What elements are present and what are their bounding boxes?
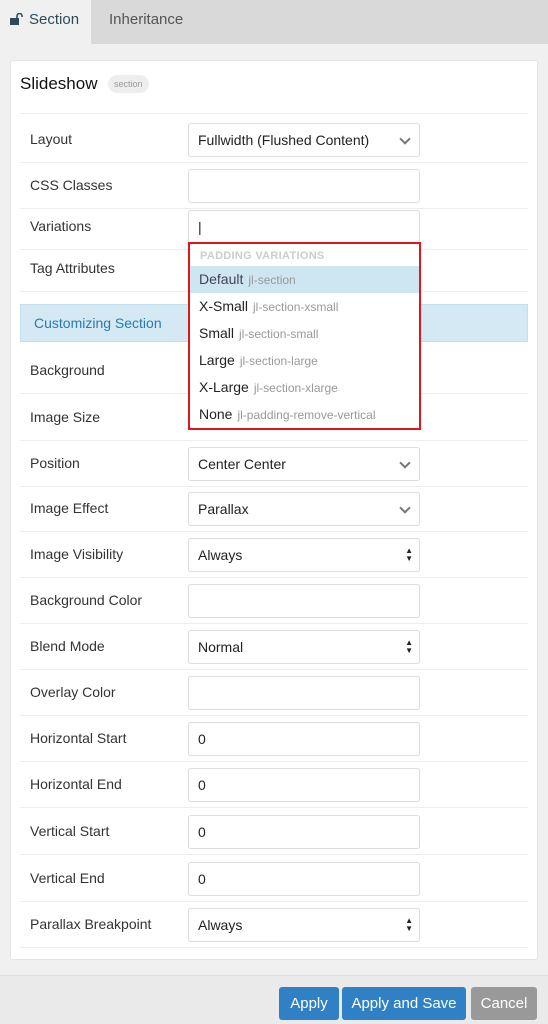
option-label: Large [199, 352, 235, 368]
row-divider [20, 947, 528, 948]
input-value: Fullwidth (Flushed Content) [198, 132, 370, 148]
field-label: Background Color [30, 592, 143, 608]
chevron-down-icon [399, 502, 411, 514]
footer: Apply Apply and Save Cancel [0, 975, 548, 1024]
field-label: Layout [30, 131, 73, 147]
option-label: None [199, 406, 233, 422]
input-value: Center Center [198, 456, 286, 472]
row-divider [20, 440, 528, 441]
title-divider [20, 113, 528, 114]
dropdown-option[interactable]: Large jl-section-large [190, 347, 419, 374]
field-label: Horizontal Start [30, 730, 127, 746]
vertical-end-input[interactable]: 0 [188, 862, 420, 896]
input-value: Parallax [198, 501, 249, 517]
field-label: Vertical End [30, 870, 105, 886]
input-value: Normal [198, 639, 244, 655]
row-divider [20, 715, 528, 716]
select-arrows-icon: ▲ ▼ [405, 916, 413, 933]
image-effect-input[interactable]: Parallax [188, 492, 420, 526]
dropdown-option[interactable]: Default jl-section [190, 266, 419, 293]
option-class: jl-section-xlarge [253, 381, 338, 395]
row-divider [20, 669, 528, 670]
dropdown-group-header: PADDING VARIATIONS [200, 250, 325, 262]
option-label: Small [199, 325, 235, 341]
vertical-start-input[interactable]: 0 [188, 815, 420, 849]
apply-and-save-button[interactable]: Apply and Save [342, 987, 466, 1020]
dropdown-option[interactable]: None jl-padding-remove-vertical [190, 401, 419, 428]
type-badge: section [108, 75, 149, 93]
option-class: jl-padding-remove-vertical [237, 408, 376, 422]
apply-button[interactable]: Apply [279, 987, 339, 1020]
tab-label: Section [29, 11, 80, 28]
select-arrows-icon: ▲ ▼ [405, 638, 413, 655]
input-value: 0 [198, 871, 206, 887]
row-divider [20, 486, 528, 487]
parallax-breakpoint-input[interactable]: Always ▲ ▼ [188, 908, 420, 942]
field-label: Background [30, 362, 105, 378]
row-divider [20, 854, 528, 855]
field-label: Vertical Start [30, 823, 110, 839]
option-label: X-Large [199, 379, 249, 395]
option-label: Default [199, 271, 244, 287]
option-label: X-Small [199, 298, 249, 314]
variations-input[interactable]: | [188, 210, 420, 244]
field-label: CSS Classes [30, 177, 113, 193]
chevron-down-icon [399, 457, 411, 469]
background-color-input[interactable] [188, 584, 420, 618]
unlock-icon [10, 13, 23, 25]
blend-mode-input[interactable]: Normal ▲ ▼ [188, 630, 420, 664]
field-label: Image Size [30, 409, 101, 425]
option-class: jl-section [248, 273, 296, 287]
row-divider [20, 577, 528, 578]
tab-inheritance[interactable]: Inheritance [109, 0, 183, 44]
cancel-button[interactable]: Cancel [471, 987, 537, 1020]
row-divider [20, 901, 528, 902]
chevron-down-icon [399, 133, 411, 145]
input-value: Always [198, 917, 243, 933]
layout-input[interactable]: Fullwidth (Flushed Content) [188, 123, 420, 157]
dropdown-option[interactable]: X-Small jl-section-xsmall [190, 293, 419, 320]
tab-bar: Section Inheritance [0, 0, 548, 44]
input-value: 0 [198, 731, 206, 747]
horizontal-start-input[interactable]: 0 [188, 722, 420, 756]
position-input[interactable]: Center Center [188, 447, 420, 481]
option-class: jl-section-large [239, 354, 318, 368]
row-divider [20, 623, 528, 624]
panel-title: Slideshow [20, 74, 98, 93]
row-divider [20, 208, 528, 209]
input-value: | [198, 219, 202, 235]
settings-panel: Slideshow section Customizing Section La… [10, 60, 538, 960]
field-label: Blend Mode [30, 638, 105, 654]
select-arrows-icon: ▲ ▼ [405, 546, 413, 563]
dropdown-option[interactable]: Small jl-section-small [190, 320, 419, 347]
row-divider [20, 531, 528, 532]
row-divider [20, 807, 528, 808]
field-label: Variations [30, 218, 92, 234]
field-label: Parallax Breakpoint [30, 916, 152, 932]
field-label: Image Effect [30, 500, 109, 516]
horizontal-end-input[interactable]: 0 [188, 768, 420, 802]
tab-section[interactable]: Section [0, 0, 91, 44]
field-label: Horizontal End [30, 776, 122, 792]
field-label: Overlay Color [30, 684, 116, 700]
input-value: Always [198, 547, 243, 563]
field-label: Position [30, 455, 80, 471]
input-value: 0 [198, 777, 206, 793]
option-class: jl-section-xsmall [253, 300, 339, 314]
image-visibility-input[interactable]: Always ▲ ▼ [188, 538, 420, 572]
field-label: Tag Attributes [30, 260, 115, 276]
overlay-color-input[interactable] [188, 676, 420, 710]
field-label: Image Visibility [30, 546, 124, 562]
row-divider [20, 162, 528, 163]
row-divider [20, 761, 528, 762]
css-classes-input[interactable] [188, 169, 420, 203]
variations-dropdown: PADDING VARIATIONS Default jl-section X-Sm… [188, 242, 421, 430]
input-value: 0 [198, 824, 206, 840]
dropdown-option[interactable]: X-Large jl-section-xlarge [190, 374, 419, 401]
option-class: jl-section-small [239, 327, 319, 341]
